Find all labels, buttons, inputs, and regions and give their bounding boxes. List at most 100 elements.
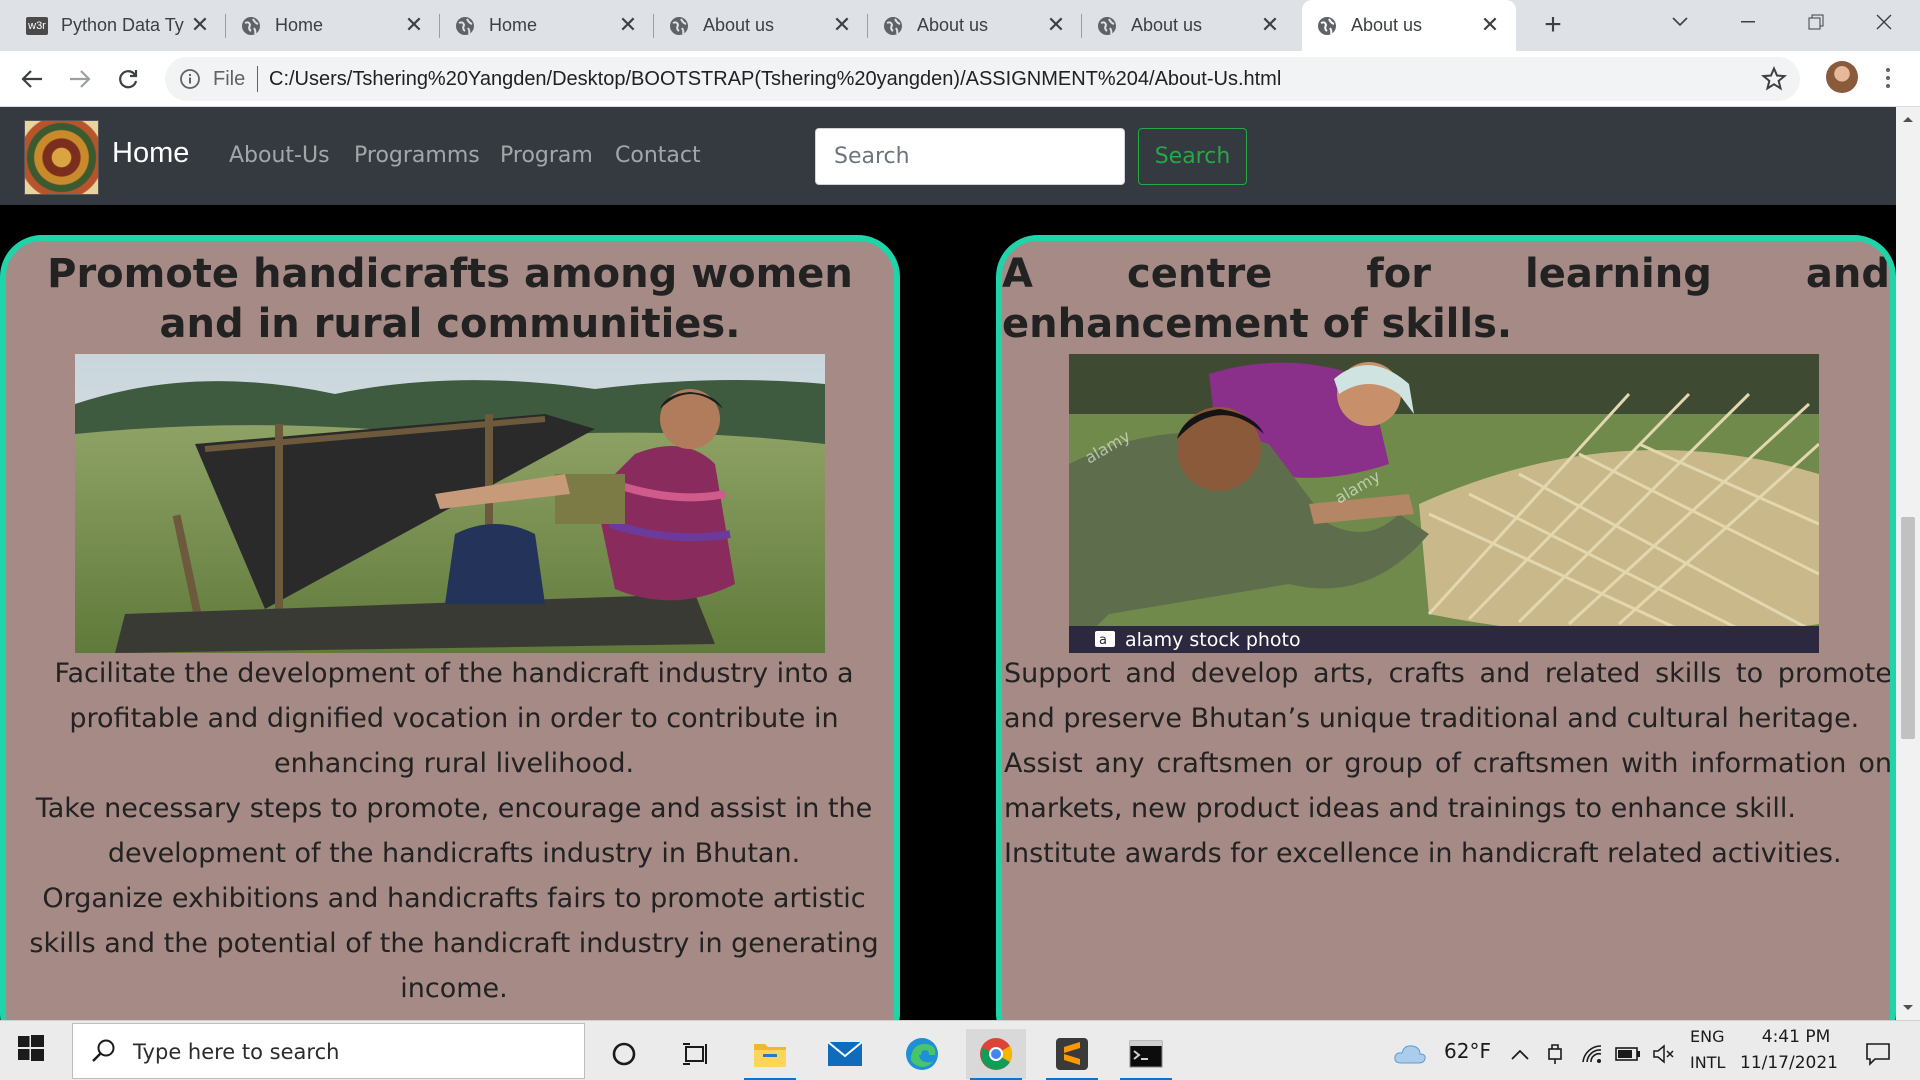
navbar-search-button[interactable]: Search <box>1138 128 1247 185</box>
card-paragraph: Support and develop arts, crafts and rel… <box>1004 658 1892 734</box>
keyboard-layout[interactable]: INTL <box>1690 1053 1725 1072</box>
taskbar-search-box[interactable]: Type here to search <box>72 1023 585 1079</box>
tab-close-icon[interactable]: ✕ <box>830 13 854 37</box>
page-viewport: Home About-Us Programms Program Contact … <box>0 107 1920 1020</box>
globe-icon <box>454 15 476 37</box>
task-view-icon[interactable] <box>666 1029 726 1079</box>
back-arrow-icon[interactable] <box>12 59 52 99</box>
input-language[interactable]: ENG <box>1690 1027 1724 1046</box>
bookmark-star-icon[interactable] <box>1760 65 1788 93</box>
card-body: Support and develop arts, crafts and rel… <box>1004 651 1892 876</box>
windows-start-icon[interactable] <box>18 1035 50 1067</box>
tab-title: Python Data Ty <box>61 15 184 35</box>
globe-icon <box>240 15 262 37</box>
tab-close-icon[interactable]: ✕ <box>1258 13 1282 37</box>
site-logo[interactable] <box>24 120 99 195</box>
card-promote-handicrafts: Promote handicrafts among women and in r… <box>0 235 900 1020</box>
card-paragraph: Assist any craftsmen or group of craftsm… <box>1004 748 1892 824</box>
browser-tab-active[interactable]: About us ✕ <box>1302 0 1516 51</box>
tab-close-icon[interactable]: ✕ <box>402 13 426 37</box>
tab-title: About us <box>703 15 775 35</box>
tab-search-icon[interactable] <box>1652 0 1708 44</box>
weather-temperature[interactable]: 62°F <box>1444 1039 1491 1063</box>
chrome-icon[interactable] <box>966 1029 1026 1080</box>
browser-tab[interactable]: About us ✕ <box>654 0 868 51</box>
address-bar[interactable]: File C:/Users/Tshering%20Yangden/Desktop… <box>165 57 1800 101</box>
navbar-search-input[interactable] <box>815 128 1125 185</box>
card-paragraph: Organize exhibitions and handicrafts fai… <box>29 883 879 1004</box>
page-scrollbar[interactable] <box>1896 107 1920 1020</box>
nav-link-about-us[interactable]: About-Us <box>229 143 330 168</box>
close-window-icon[interactable] <box>1856 0 1912 44</box>
scrollbar-thumb[interactable] <box>1901 517 1915 739</box>
clock-time[interactable]: 4:41 PM <box>1754 1027 1838 1047</box>
tab-title: About us <box>1351 15 1423 35</box>
globe-icon <box>882 15 904 37</box>
profile-avatar[interactable] <box>1826 61 1858 93</box>
weaving-loom-image <box>75 354 825 653</box>
windows-taskbar: Type here to search 62°F ENG INTL 4:41 P… <box>0 1020 1920 1080</box>
scroll-down-icon[interactable] <box>1902 1002 1914 1014</box>
card-paragraph: Institute awards for excellence in handi… <box>1004 838 1842 869</box>
new-tab-button[interactable]: + <box>1535 8 1571 44</box>
scroll-up-icon[interactable] <box>1902 113 1914 125</box>
browser-tab[interactable]: w3r Python Data Ty ✕ <box>12 0 226 51</box>
notification-center-icon[interactable] <box>1858 1029 1898 1079</box>
taskbar-search-placeholder: Type here to search <box>133 1040 340 1064</box>
minimize-icon[interactable] <box>1720 0 1776 44</box>
nav-link-contact[interactable]: Contact <box>615 143 701 168</box>
browser-tab-strip: w3r Python Data Ty ✕ Home ✕ Home ✕ About… <box>0 0 1920 51</box>
tab-close-icon[interactable]: ✕ <box>1044 13 1068 37</box>
tab-close-icon[interactable]: ✕ <box>616 13 640 37</box>
mail-icon[interactable] <box>815 1029 875 1079</box>
file-explorer-icon[interactable] <box>740 1029 800 1080</box>
svg-text:a: a <box>1099 633 1107 648</box>
globe-icon <box>1096 15 1118 37</box>
url-scheme-label: File <box>213 68 246 90</box>
browser-tab[interactable]: Home ✕ <box>226 0 440 51</box>
speaker-muted-icon[interactable] <box>1650 1029 1678 1079</box>
image-caption: alamy stock photo <box>1125 629 1301 651</box>
card-paragraph: Take necessary steps to promote, encoura… <box>35 793 873 869</box>
chevron-up-icon[interactable] <box>1506 1029 1534 1079</box>
clock-date[interactable]: 11/17/2021 <box>1740 1053 1838 1073</box>
tab-title: About us <box>1131 15 1203 35</box>
tab-close-icon[interactable]: ✕ <box>188 13 212 37</box>
card-body: Facilitate the development of the handic… <box>14 651 894 1011</box>
card-heading: A centre for learning and enhancement of… <box>1002 251 1890 347</box>
reload-icon[interactable] <box>108 59 148 99</box>
globe-icon <box>1316 15 1338 37</box>
w3-favicon-text: w3r <box>26 16 48 35</box>
card-paragraph: Facilitate the development of the handic… <box>54 658 854 779</box>
battery-icon[interactable] <box>1614 1029 1642 1079</box>
tab-title: Home <box>275 15 324 35</box>
browser-menu-icon[interactable] <box>1876 62 1900 94</box>
w3-favicon-icon: w3r <box>26 15 48 37</box>
tab-title: Home <box>489 15 538 35</box>
browser-tab[interactable]: About us ✕ <box>1082 0 1296 51</box>
browser-tab[interactable]: Home ✕ <box>440 0 654 51</box>
search-icon <box>92 1039 115 1062</box>
forward-arrow-icon[interactable] <box>60 59 100 99</box>
nav-link-programms[interactable]: Programms <box>354 143 480 168</box>
bamboo-basket-weaving-image: a alamy stock photo alamy alamy <box>1069 354 1819 653</box>
browser-tab[interactable]: About us ✕ <box>868 0 1082 51</box>
globe-icon <box>668 15 690 37</box>
browser-toolbar: File C:/Users/Tshering%20Yangden/Desktop… <box>0 51 1920 107</box>
cortana-icon[interactable] <box>594 1029 654 1079</box>
wifi-icon[interactable] <box>1578 1029 1606 1079</box>
site-navbar: Home About-Us Programms Program Contact … <box>0 107 1896 205</box>
tab-close-icon[interactable]: ✕ <box>1478 13 1502 37</box>
url-text[interactable]: C:/Users/Tshering%20Yangden/Desktop/BOOT… <box>269 68 1281 91</box>
edge-icon[interactable] <box>892 1029 952 1079</box>
weather-cloud-icon[interactable] <box>1390 1029 1430 1079</box>
meet-now-icon[interactable] <box>1542 1029 1570 1079</box>
info-icon[interactable] <box>179 68 201 90</box>
restore-icon[interactable] <box>1788 0 1844 44</box>
card-learning-centre: A centre for learning and enhancement of… <box>996 235 1896 1020</box>
nav-link-program[interactable]: Program <box>500 143 593 168</box>
terminal-icon[interactable] <box>1116 1029 1176 1080</box>
navbar-brand-home[interactable]: Home <box>112 137 189 170</box>
tab-title: About us <box>917 15 989 35</box>
sublime-text-icon[interactable] <box>1042 1029 1102 1080</box>
